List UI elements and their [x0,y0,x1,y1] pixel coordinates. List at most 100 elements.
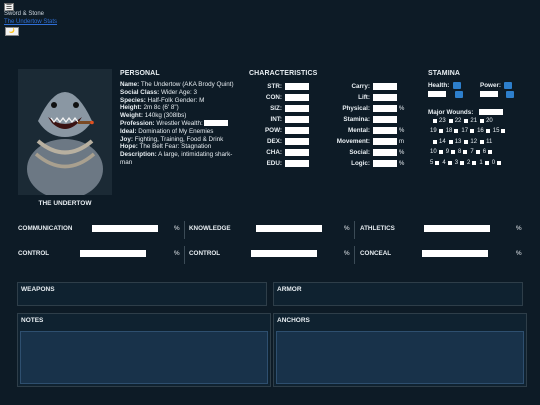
stamina-title: STAMINA [428,70,461,77]
health-select-up[interactable] [453,82,461,89]
personal-section: Name: The Undertow (AKA Brody Quint) Soc… [120,81,240,167]
skill-unit: % [174,250,180,257]
personal-weight: Weight: 140kg (308lbs) [120,112,187,120]
divider [184,221,185,239]
skill-field[interactable] [424,225,490,232]
lift-field[interactable] [373,94,397,101]
wound-checkbox[interactable] [447,161,452,165]
cha-label: CHA: [266,149,282,156]
personal-name: Name: The Undertow (AKA Brody Quint) [120,81,234,88]
skill-conceal: CONCEAL % [360,250,522,257]
wound-checkbox[interactable] [480,119,485,123]
skill-knowledge: KNOWLEDGE % [189,225,350,232]
skill-field[interactable] [251,250,317,257]
pow-label: POW: [264,127,282,134]
skill-label: ATHLETICS [360,225,395,232]
wound-checkbox[interactable] [454,129,459,133]
notes-title: NOTES [21,317,44,324]
mental-unit: % [399,127,405,134]
physical-unit: % [399,105,405,112]
int-field[interactable] [285,116,309,123]
weapons-panel: WEAPONS [17,282,267,306]
wounds-field[interactable] [479,109,503,115]
pow-field[interactable] [285,127,309,134]
dex-field[interactable] [285,138,309,145]
str-field[interactable] [285,83,309,90]
wound-checkbox[interactable] [438,129,443,133]
wound-checkbox[interactable] [485,129,490,133]
skill-field[interactable] [92,225,158,232]
wound-checkbox[interactable] [435,161,440,165]
wounds-row: 14 13 12 11 [433,139,492,145]
anchors-panel: ANCHORS [273,313,527,387]
social-unit: % [399,149,405,156]
wound-checkbox[interactable] [484,161,489,165]
wound-checkbox[interactable] [463,150,468,154]
siz-label: SIZ: [270,105,282,112]
carry-field[interactable] [373,83,397,90]
personal-hope: Hope: The Belt Fear: Stagnation [120,143,212,151]
skill-unit: % [174,225,180,232]
personal-height: Height: 2m 8c (6' 8") [120,104,179,112]
wound-checkbox[interactable] [464,140,469,144]
edu-field[interactable] [285,160,309,167]
mental-field[interactable] [373,127,397,134]
shark-man-image [18,69,112,199]
notes-textarea[interactable] [20,331,268,384]
physical-label: Physical: [342,105,370,112]
anchors-textarea[interactable] [276,331,524,384]
siz-field[interactable] [285,105,309,112]
skill-unit: % [516,250,522,257]
wound-checkbox[interactable] [488,150,493,154]
wound-checkbox[interactable] [501,129,506,133]
skill-unit: % [344,225,350,232]
divider [354,221,355,239]
armor-panel: ARMOR [273,282,523,306]
personal-ideal: Ideal: Domination of My Enemies [120,127,214,135]
wound-checkbox[interactable] [460,161,465,165]
skill-field[interactable] [80,250,146,257]
notes-panel: NOTES [17,313,271,387]
weapons-title: WEAPONS [21,286,55,293]
cha-field[interactable] [285,149,309,156]
power-select-up[interactable] [504,82,512,89]
edu-label: EDU: [266,160,282,167]
portrait-caption: THE UNDERTOW [38,200,92,207]
divider [354,246,355,264]
theme-toggle-icon[interactable]: 🌙 [5,27,19,36]
health-select-down[interactable] [455,91,463,98]
power-field[interactable] [480,91,498,97]
anchors-title: ANCHORS [277,317,310,324]
health-field[interactable] [428,91,446,97]
con-label: CON: [265,94,282,101]
wound-checkbox[interactable] [464,119,469,123]
wound-checkbox[interactable] [433,140,437,144]
wound-checkbox[interactable] [475,150,480,154]
wound-checkbox[interactable] [472,161,477,165]
stamina-field[interactable] [373,116,397,123]
logic-field[interactable] [373,160,397,167]
social-field[interactable] [373,149,397,156]
wound-checkbox[interactable] [480,140,485,144]
wound-checkbox[interactable] [451,150,456,154]
power-select-down[interactable] [506,91,514,98]
con-field[interactable] [285,94,309,101]
stats-link[interactable]: The Undertow Stats [4,19,57,25]
wound-checkbox[interactable] [470,129,475,133]
skill-label: CONTROL [189,250,221,257]
wound-checkbox[interactable] [448,140,453,144]
wound-checkbox[interactable] [497,161,502,165]
movement-field[interactable] [373,138,397,145]
skill-field[interactable] [422,250,488,257]
wound-checkbox[interactable] [448,119,453,123]
physical-field[interactable] [373,105,397,112]
power-label: Power: [480,82,501,89]
wound-checkbox[interactable] [438,150,443,154]
wealth-field[interactable] [204,120,229,127]
movement-label: Movement: [336,138,370,145]
personal-profession: Profession: Wrestler Wealth: [120,120,240,128]
menu-icon[interactable]: ☰ [4,3,14,11]
wounds-row: 5 4 3 2 1 0 [430,160,502,166]
skill-field[interactable] [256,225,322,232]
wound-checkbox[interactable] [433,119,437,123]
